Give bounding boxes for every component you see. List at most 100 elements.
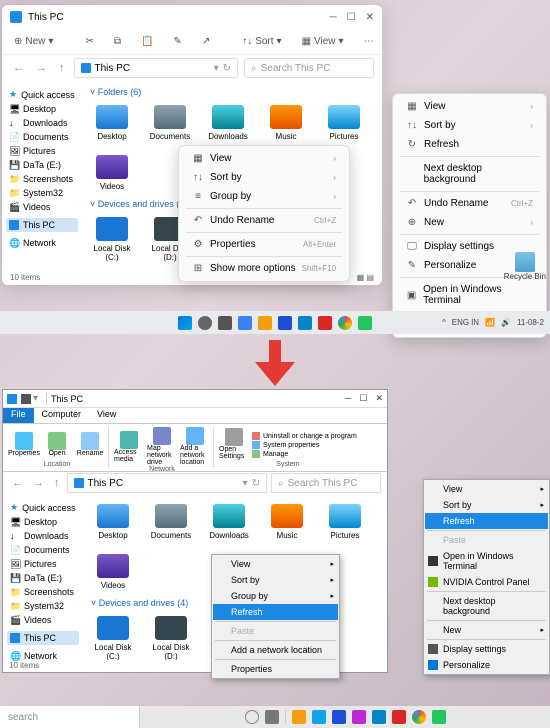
ctx-sortby[interactable]: ↑↓Sort by›	[182, 168, 346, 187]
dctx-next-bg[interactable]: Next desktop background	[396, 159, 543, 189]
close-button[interactable]: ✕	[366, 12, 374, 23]
search-box[interactable]: ⌕ Search This PC	[271, 473, 381, 493]
folder-documents[interactable]: Documents	[149, 504, 193, 540]
minimize-button[interactable]: ─	[345, 393, 351, 404]
sidebar-videos[interactable]: 🎬Videos	[7, 613, 79, 627]
up-button[interactable]: ↑	[51, 477, 63, 489]
folder-documents[interactable]: Documents	[148, 105, 192, 141]
dctx10-display[interactable]: Display settings	[425, 641, 548, 657]
app8-icon[interactable]	[432, 710, 446, 724]
tab-view[interactable]: View	[89, 408, 124, 423]
dctx-undo[interactable]: ↶Undo RenameCtrl+Z	[396, 194, 543, 213]
sidebar-data-e[interactable]: 💾DaTa (E:)	[6, 158, 78, 172]
tab-file[interactable]: File	[3, 408, 34, 423]
sidebar-downloads[interactable]: ↓Downloads	[7, 529, 79, 543]
paste-icon[interactable]: 📋	[137, 34, 157, 49]
view-button[interactable]: ▦ View ▾	[298, 34, 348, 49]
taskview-icon[interactable]	[218, 316, 232, 330]
rb-settings[interactable]: Open Settings	[219, 428, 249, 460]
rb-mapdrive[interactable]: Map network drive	[147, 427, 177, 466]
sidebar-downloads[interactable]: ↓Downloads	[6, 116, 78, 130]
recycle-bin[interactable]: Recycle Bin	[504, 252, 546, 281]
ctx10-properties[interactable]: Properties	[213, 661, 338, 677]
app-icon-1[interactable]	[278, 316, 292, 330]
widgets-icon[interactable]	[238, 316, 252, 330]
ctx10-sortby[interactable]: Sort by▸	[213, 572, 338, 588]
dctx-sortby[interactable]: ↑↓Sort by›	[396, 116, 543, 135]
sidebar-pictures[interactable]: 🖼Pictures	[7, 557, 79, 571]
forward-button[interactable]: →	[30, 477, 47, 489]
drive-d[interactable]: Local Disk (D:)	[149, 616, 193, 660]
rb-sysprops[interactable]: System properties	[252, 441, 357, 449]
app3-icon[interactable]	[332, 710, 346, 724]
folders-header[interactable]: ˅ Folders (6)	[86, 85, 378, 99]
app4-icon[interactable]	[352, 710, 366, 724]
back-button[interactable]: ←	[10, 62, 27, 74]
ctx10-refresh[interactable]: Refresh	[213, 604, 338, 620]
folder-videos[interactable]: Videos	[91, 554, 135, 590]
dctx10-new[interactable]: New▸	[425, 622, 548, 638]
app-icon-2[interactable]	[298, 316, 312, 330]
tray[interactable]: ^ ENG IN 📶🔊 11-08-2	[442, 318, 544, 327]
app6-icon[interactable]	[392, 710, 406, 724]
folder-music[interactable]: Music	[264, 105, 308, 141]
app2-icon[interactable]	[312, 710, 326, 724]
ctx10-addloc[interactable]: Add a network location	[213, 642, 338, 658]
qat-icon[interactable]	[21, 394, 31, 404]
cut-icon[interactable]: ✂	[81, 34, 97, 49]
app7-icon[interactable]	[412, 710, 426, 724]
forward-button[interactable]: →	[33, 62, 50, 74]
more-icon[interactable]: ⋯	[360, 34, 378, 49]
folder-desktop[interactable]: Desktop	[91, 504, 135, 540]
maximize-button[interactable]: ☐	[347, 12, 356, 23]
app5-icon[interactable]	[372, 710, 386, 724]
maximize-button[interactable]: ☐	[359, 393, 367, 404]
sidebar-thispc[interactable]: This PC	[6, 218, 78, 232]
dctx10-sortby[interactable]: Sort by▸	[425, 497, 548, 513]
sidebar-thispc[interactable]: This PC	[7, 631, 79, 645]
ctx-groupby[interactable]: ≡Group by›	[182, 187, 346, 206]
rb-access[interactable]: Access media	[114, 431, 144, 463]
sidebar-documents[interactable]: 📄Documents	[6, 130, 78, 144]
address-bar[interactable]: This PC ▾ ↻	[74, 58, 239, 78]
ctx-more[interactable]: ⊞Show more optionsShift+F10	[182, 259, 346, 278]
dctx10-view[interactable]: View▸	[425, 481, 548, 497]
rb-rename[interactable]: Rename	[75, 432, 105, 457]
app1-icon[interactable]	[292, 710, 306, 724]
sidebar-data-e[interactable]: 💾DaTa (E:)	[7, 571, 79, 585]
dctx10-nvidia[interactable]: NVIDIA Control Panel	[425, 574, 548, 590]
rb-open[interactable]: Open	[42, 432, 72, 457]
ctx10-view[interactable]: View▸	[213, 556, 338, 572]
dctx-view[interactable]: ▦View›	[396, 97, 543, 116]
rb-uninstall[interactable]: Uninstall or change a program	[252, 432, 357, 440]
search-icon[interactable]	[198, 316, 212, 330]
dctx-refresh[interactable]: ↻Refresh	[396, 135, 543, 154]
share-icon[interactable]: ↗	[198, 34, 214, 49]
tab-computer[interactable]: Computer	[34, 408, 90, 423]
folder-downloads[interactable]: Downloads	[206, 105, 250, 141]
rb-addloc[interactable]: Add a network location	[180, 427, 210, 466]
search-box[interactable]: ⌕ Search This PC	[244, 58, 374, 78]
up-button[interactable]: ↑	[56, 62, 68, 74]
search-bar[interactable]: search	[0, 706, 140, 728]
dctx-terminal[interactable]: ▣Open in Windows Terminal	[396, 280, 543, 310]
chrome-icon[interactable]	[338, 316, 352, 330]
minimize-button[interactable]: ─	[330, 12, 337, 23]
ctx-undo[interactable]: ↶Undo RenameCtrl+Z	[182, 211, 346, 230]
cortana-icon[interactable]	[245, 710, 259, 724]
sidebar-videos[interactable]: 🎬Videos	[6, 200, 78, 214]
back-button[interactable]: ←	[9, 477, 26, 489]
taskview-icon[interactable]	[265, 710, 279, 724]
copy-icon[interactable]: ⧉	[110, 34, 125, 49]
rb-properties[interactable]: Properties	[9, 432, 39, 457]
folder-downloads[interactable]: Downloads	[207, 504, 251, 540]
folder-pictures[interactable]: Pictures	[323, 504, 367, 540]
ctx10-groupby[interactable]: Group by▸	[213, 588, 338, 604]
dctx10-paste[interactable]: Paste	[425, 532, 548, 548]
start-button[interactable]	[178, 316, 192, 330]
folder-music[interactable]: Music	[265, 504, 309, 540]
sort-button[interactable]: ↑↓ Sort ▾	[238, 34, 285, 49]
drive-c[interactable]: Local Disk (C:)	[91, 616, 135, 660]
dctx10-next-bg[interactable]: Next desktop background	[425, 593, 548, 619]
ctx10-paste[interactable]: Paste	[213, 623, 338, 639]
